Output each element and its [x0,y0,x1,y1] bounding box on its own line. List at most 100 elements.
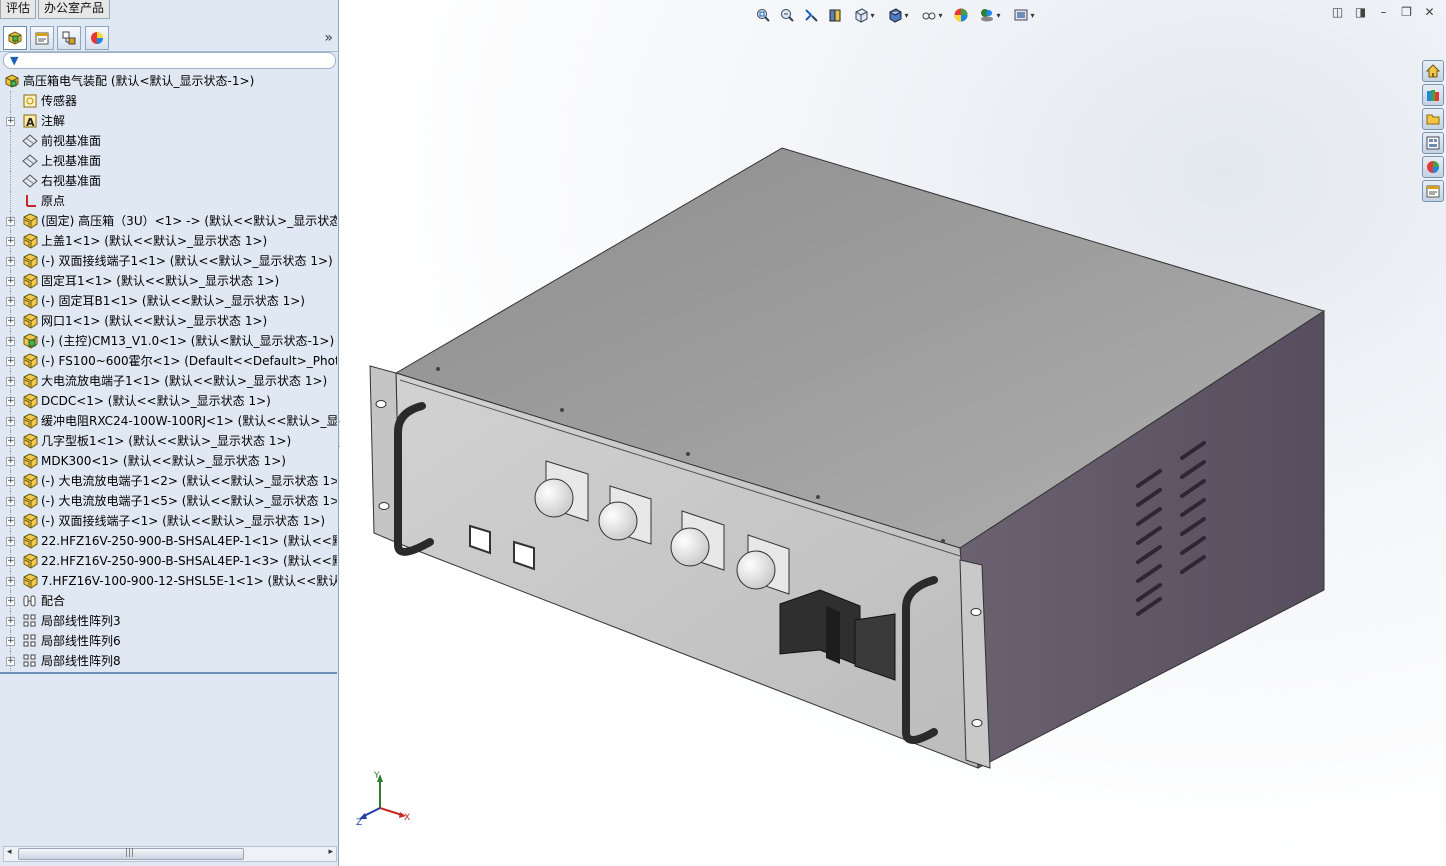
part-icon [23,513,38,529]
tree-node-label: 网口1<1> (默认<<默认>_显示状态 1>) [41,314,268,328]
tree-node[interactable]: 原点 [0,191,337,211]
pattern-icon [23,654,36,667]
tree-node-label: 配合 [41,594,66,608]
tree-node[interactable]: + 缓冲电阻RXC24-100W-100RJ<1> (默认<<默认>_显示 [0,411,337,431]
tree-node[interactable]: + 上盖1<1> (默认<<默认>_显示状态 1>) [0,231,337,251]
configurationmanager-tab[interactable] [57,26,81,50]
tree-node-label: 前视基准面 [41,134,102,148]
tree-node[interactable]: +7.HFZ16V-100-900-12-SHSL5E-1<1> (默认<<默认… [0,571,337,591]
tree-node[interactable]: + 局部线性阵列3 [0,611,337,631]
expand-panel-button[interactable]: » [324,30,333,46]
expand-toggle[interactable]: + [6,537,15,546]
part-icon [23,293,38,309]
expand-toggle[interactable]: + [6,397,15,406]
feature-tree: 高压箱电气装配 (默认<默认_显示状态-1>) 传感器 + A 注解 前视基准面 上视基准面… [0,71,337,674]
tree-node-label: (-) (主控)CM13_V1.0<1> (默认<默认_显示状态-1>) [41,334,335,348]
part-icon [23,533,38,549]
tree-node[interactable]: + (-) FS100~600霍尔<1> (Default<<Default>_P… [0,351,337,371]
tree-guide-line [10,91,11,111]
tree-node[interactable]: + (-) 固定耳B1<1> (默认<<默认>_显示状态 1>) [0,291,337,311]
tree-node[interactable]: + MDK300<1> (默认<<默认>_显示状态 1>) [0,451,337,471]
expand-toggle[interactable]: + [6,597,15,606]
tree-node[interactable]: 前视基准面 [0,131,337,151]
tree-node[interactable]: + DCDC<1> (默认<<默认>_显示状态 1>) [0,391,337,411]
tree-node[interactable]: + 大电流放电端子1<1> (默认<<默认>_显示状态 1>) [0,371,337,391]
tree-node[interactable]: + (-) (主控)CM13_V1.0<1> (默认<默认_显示状态-1>) [0,331,337,351]
tree-node[interactable]: + (-) 双面接线端子1<1> (默认<<默认>_显示状态 1>) [0,251,337,271]
tree-node[interactable]: + (-) 双面接线端子<1> (默认<<默认>_显示状态 1>) [0,511,337,531]
scroll-right-icon[interactable]: ▸ [328,847,333,857]
orientation-triad: Y X Z [356,771,410,828]
tree-horizontal-scrollbar[interactable]: ◂ ||| ▸ [3,846,337,862]
expand-toggle[interactable]: + [6,557,15,566]
tree-node[interactable]: 右视基准面 [0,171,337,191]
sensor-icon [23,94,37,108]
tree-node[interactable]: + 局部线性阵列8 [0,651,337,671]
expand-toggle[interactable]: + [6,317,15,326]
tree-node[interactable]: + 局部线性阵列6 [0,631,337,651]
tree-guide-line [10,131,11,151]
propertymanager-tab[interactable] [30,26,54,50]
expand-toggle[interactable]: + [6,477,15,486]
tree-node[interactable]: + 固定耳1<1> (默认<<默认>_显示状态 1>) [0,271,337,291]
tree-node[interactable]: + 几字型板1<1> (默认<<默认>_显示状态 1>) [0,431,337,451]
part-icon [23,573,38,589]
tree-node[interactable]: 传感器 [0,91,337,111]
featuremanager-tab[interactable] [3,26,27,50]
expand-toggle[interactable]: + [6,337,15,346]
tree-node-label: 局部线性阵列8 [41,654,121,668]
origin-icon [26,195,36,207]
tree-node[interactable]: +22.HFZ16V-250-900-B-SHSAL4EP-1<3> (默认<<… [0,551,337,571]
expand-toggle[interactable]: + [6,617,15,626]
part-icon [23,493,38,509]
assembly-icon [5,74,19,88]
tree-node[interactable]: + (-) 大电流放电端子1<5> (默认<<默认>_显示状态 1>) [0,491,337,511]
tree-node[interactable]: + A 注解 [0,111,337,131]
expand-toggle[interactable]: + [6,637,15,646]
expand-toggle[interactable]: + [6,517,15,526]
filter-icon: ▼ [10,54,19,67]
command-manager-tabs: 评估 办公室产品 [0,0,112,19]
tab-office-products[interactable]: 办公室产品 [38,0,111,19]
scroll-left-icon[interactable]: ◂ [7,847,12,857]
tree-node-label: 7.HFZ16V-100-900-12-SHSL5E-1<1> (默认<<默认>… [41,574,337,588]
tree-guide-line [10,151,11,171]
expand-toggle[interactable]: + [6,657,15,666]
tree-node[interactable]: + (固定) 高压箱（3U）<1> -> (默认<<默认>_显示状态 [0,211,337,231]
graphics-area[interactable]: ▾ ▾ ▾ ▾ ▾ ◫ ◨ – ❐ ✕ Y X Z [340,0,1446,866]
tree-node-label: (-) 固定耳B1<1> (默认<<默认>_显示状态 1>) [41,294,305,308]
tree-filter-input[interactable]: ▼ [3,52,336,69]
expand-toggle[interactable]: + [6,437,15,446]
tree-root-node[interactable]: 高压箱电气装配 (默认<默认_显示状态-1>) [0,71,337,91]
svg-text:A: A [26,116,35,129]
expand-toggle[interactable]: + [6,577,15,586]
expand-toggle[interactable]: + [6,257,15,266]
scroll-thumb[interactable]: ||| [18,848,244,860]
part-icon [23,353,38,369]
expand-toggle[interactable]: + [6,217,15,226]
feature-manager-panel: 评估 办公室产品 » ▼ 高压箱电气装配 (默认<默认_显示状态-1>) 传感器 +… [0,0,339,866]
expand-toggle[interactable]: + [6,497,15,506]
tree-node[interactable]: +22.HFZ16V-250-900-B-SHSAL4EP-1<1> (默认<<… [0,531,337,551]
expand-toggle[interactable]: + [6,417,15,426]
enclosure-3d-model[interactable] [340,0,1446,866]
panel-tab-bar: » [0,24,339,52]
tree-node-label: (-) 双面接线端子<1> (默认<<默认>_显示状态 1>) [41,514,326,528]
tree-node[interactable]: 上视基准面 [0,151,337,171]
displaymanager-tab[interactable] [85,26,109,50]
expand-toggle[interactable]: + [6,237,15,246]
tree-node-label: 固定耳1<1> (默认<<默认>_显示状态 1>) [41,274,280,288]
tree-node[interactable]: + 网口1<1> (默认<<默认>_显示状态 1>) [0,311,337,331]
tree-node[interactable]: + (-) 大电流放电端子1<2> (默认<<默认>_显示状态 1>) [0,471,337,491]
expand-toggle[interactable]: + [6,117,15,126]
tree-node-label: 上视基准面 [41,154,102,168]
y-axis-label: Y [373,771,380,781]
tree-node[interactable]: + 配合 [0,591,337,611]
expand-toggle[interactable]: + [6,297,15,306]
expand-toggle[interactable]: + [6,457,15,466]
expand-toggle[interactable]: + [6,377,15,386]
expand-toggle[interactable]: + [6,277,15,286]
expand-toggle[interactable]: + [6,357,15,366]
tab-evaluate[interactable]: 评估 [0,0,37,19]
pattern-icon [23,614,36,627]
